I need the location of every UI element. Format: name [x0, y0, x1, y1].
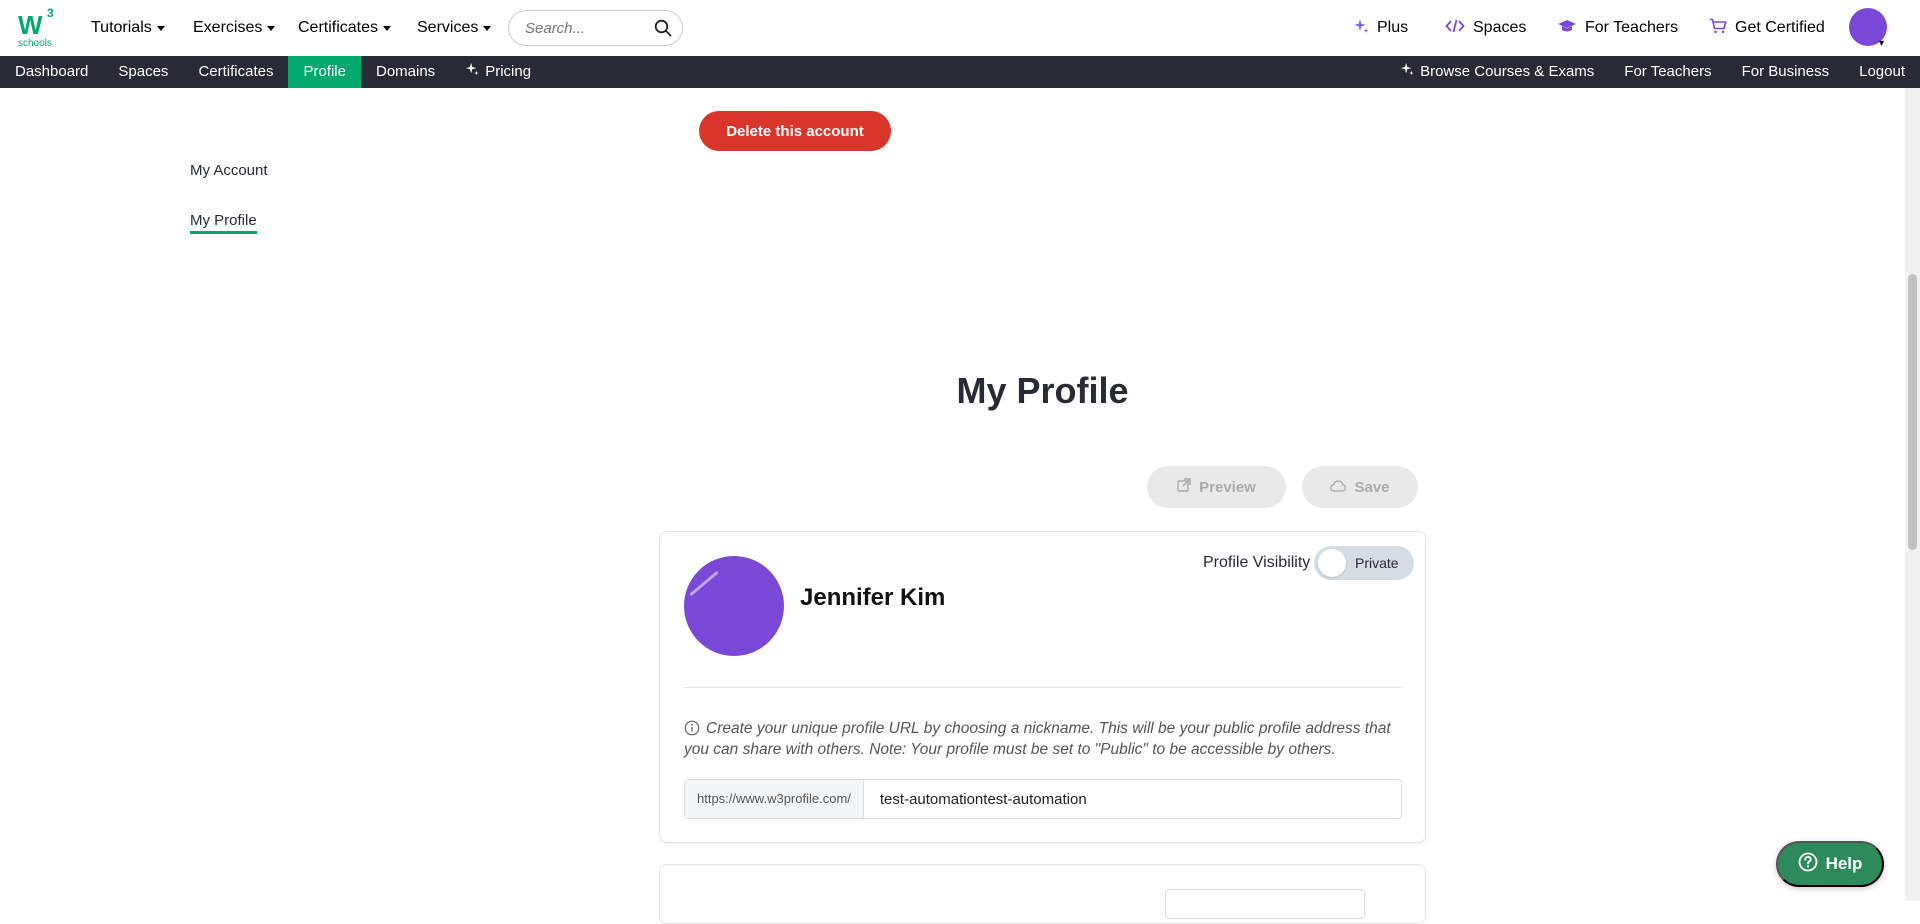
sidebar-item-my-profile[interactable]: My Profile: [190, 212, 257, 234]
delete-account-button[interactable]: Delete this account: [699, 111, 891, 151]
page-scrollbar[interactable]: [1905, 88, 1920, 901]
graduation-cap-icon: [1557, 18, 1577, 39]
nav-services[interactable]: Services: [417, 0, 492, 56]
subnav-dashboard[interactable]: Dashboard: [0, 56, 103, 88]
subnav-pricing-label: Pricing: [485, 63, 532, 80]
subnav-profile[interactable]: Profile: [288, 56, 361, 88]
help-label: Help: [1825, 854, 1863, 873]
nav-services-label: Services: [417, 19, 479, 36]
w3schools-logo[interactable]: W 3 schools: [16, 6, 60, 50]
nav-spaces-label: Spaces: [1473, 19, 1527, 36]
nav-for-teachers[interactable]: For Teachers: [1557, 0, 1678, 56]
nav-plus-label: Plus: [1377, 19, 1409, 36]
external-link-icon: [1177, 478, 1191, 496]
cloud-icon: [1330, 479, 1347, 496]
sparkle-icon: [1353, 18, 1369, 39]
toggle-knob: [1318, 549, 1346, 577]
caret-down-icon: [156, 25, 165, 31]
sub-nav: Dashboard Spaces Certificates Profile Do…: [0, 56, 1920, 88]
profile-url-field: https://www.w3profile.com/: [684, 779, 1402, 819]
help-button[interactable]: Help: [1776, 841, 1884, 887]
subnav-right: Browse Courses & Exams For Teachers For …: [1385, 56, 1920, 88]
delete-account-heading: Delete My Account: [699, 66, 896, 81]
logo-letter: W: [18, 10, 43, 40]
nav-exercises-label: Exercises: [193, 19, 263, 36]
page-title: My Profile: [956, 370, 1129, 411]
profile-card: Jennifer Kim Profile Visibility Private …: [659, 531, 1426, 843]
info-icon: [684, 720, 700, 741]
save-button[interactable]: Save: [1302, 466, 1418, 508]
nav-spaces[interactable]: Spaces: [1445, 0, 1526, 56]
subnav-pricing[interactable]: Pricing: [450, 56, 546, 88]
subnav-browse-courses-label: Browse Courses & Exams: [1420, 63, 1595, 80]
code-icon: [1445, 18, 1465, 39]
subnav-for-teachers[interactable]: For Teachers: [1609, 56, 1726, 88]
sparkle-icon: [465, 56, 479, 88]
profile-url-info: Create your unique profile URL by choosi…: [684, 720, 1404, 759]
subnav-for-business[interactable]: For Business: [1727, 56, 1845, 88]
logo-superscript: 3: [47, 6, 54, 20]
search-input[interactable]: [525, 19, 655, 37]
next-section-card: [659, 864, 1426, 924]
search-icon[interactable]: [654, 19, 672, 42]
preview-button[interactable]: Preview: [1147, 466, 1286, 508]
save-label: Save: [1354, 478, 1390, 496]
scrollbar-thumb[interactable]: [1908, 274, 1917, 550]
subnav-browse-courses[interactable]: Browse Courses & Exams: [1385, 56, 1609, 88]
preview-label: Preview: [1199, 478, 1256, 496]
search-box[interactable]: [508, 10, 683, 46]
nav-get-certified-label: Get Certified: [1735, 19, 1825, 36]
profile-visibility-toggle[interactable]: Private: [1314, 546, 1414, 580]
caret-down-icon: [483, 25, 492, 31]
top-bar: W 3 schools Tutorials Exercises Certific…: [0, 0, 1920, 56]
profile-name: Jennifer Kim: [800, 584, 946, 611]
sparkle-icon: [1400, 56, 1414, 88]
cart-icon: [1709, 18, 1727, 39]
nav-certificates-label: Certificates: [298, 19, 379, 36]
sidebar-item-my-account[interactable]: My Account: [190, 162, 268, 179]
visibility-state: Private: [1355, 555, 1399, 571]
subnav-logout[interactable]: Logout: [1844, 56, 1920, 88]
nav-exercises[interactable]: Exercises: [193, 0, 276, 56]
profile-avatar[interactable]: [684, 556, 784, 656]
subnav-certificates[interactable]: Certificates: [183, 56, 288, 88]
profile-visibility-label: Profile Visibility: [1203, 554, 1311, 571]
next-section-input[interactable]: [1165, 889, 1365, 919]
caret-down-icon: [267, 25, 276, 31]
avatar-shine: [689, 570, 719, 597]
subnav-domains[interactable]: Domains: [361, 56, 450, 88]
question-icon: [1798, 852, 1818, 877]
divider: [684, 687, 1402, 688]
nav-tutorials[interactable]: Tutorials: [91, 0, 165, 56]
nav-get-certified[interactable]: Get Certified: [1709, 0, 1825, 56]
subnav-spaces[interactable]: Spaces: [103, 56, 183, 88]
url-prefix: https://www.w3profile.com/: [685, 780, 864, 818]
nav-plus[interactable]: Plus: [1353, 0, 1408, 56]
nickname-input[interactable]: [863, 780, 1401, 818]
chevron-down-icon[interactable]: ▾: [1879, 38, 1884, 49]
nav-tutorials-label: Tutorials: [91, 19, 152, 36]
caret-down-icon: [383, 25, 392, 31]
info-text: Create your unique profile URL by choosi…: [684, 720, 1391, 758]
nav-for-teachers-label: For Teachers: [1585, 19, 1679, 36]
nav-certificates[interactable]: Certificates: [298, 0, 392, 56]
logo-text: schools: [18, 38, 52, 49]
